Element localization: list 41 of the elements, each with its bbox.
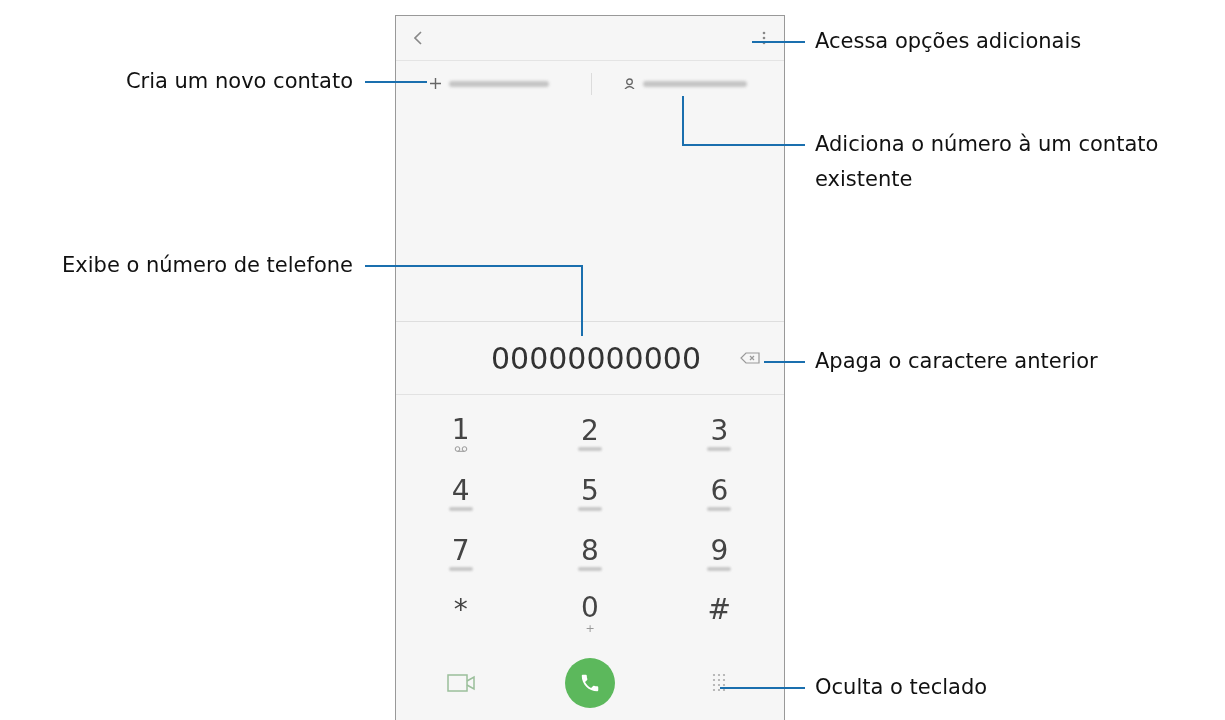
blurred-label bbox=[707, 507, 732, 511]
callout-label: Adiciona o número à um contato existente bbox=[815, 131, 1160, 193]
blurred-label bbox=[578, 507, 602, 511]
callout-label: Apaga o caractere anterior bbox=[815, 348, 1099, 375]
dial-key[interactable]: 5 bbox=[525, 463, 655, 523]
plus-icon bbox=[430, 78, 441, 89]
callout-label: Cria um novo contato bbox=[125, 68, 353, 95]
blurred-label bbox=[707, 567, 732, 571]
blurred-label bbox=[448, 567, 473, 571]
blurred-label bbox=[448, 507, 473, 511]
call-button[interactable] bbox=[565, 658, 615, 708]
dial-key[interactable]: 2 bbox=[525, 403, 655, 463]
callout-label: Exibe o número de telefone bbox=[62, 252, 353, 279]
phone-number: 00000000000 bbox=[491, 339, 701, 378]
dial-key[interactable]: 7 bbox=[396, 523, 526, 583]
dial-key[interactable]: * bbox=[396, 583, 526, 643]
dial-key[interactable]: 9 bbox=[654, 523, 784, 583]
blurred-label bbox=[578, 447, 602, 451]
leader-line bbox=[364, 81, 428, 83]
blurred-label bbox=[707, 447, 732, 451]
backspace-icon[interactable] bbox=[740, 352, 760, 364]
blurred-label bbox=[578, 567, 602, 571]
dial-key[interactable]: 1 bbox=[396, 403, 526, 463]
leader-line bbox=[763, 361, 806, 363]
dial-key[interactable]: 0 + bbox=[525, 583, 655, 643]
dial-key[interactable]: 4 bbox=[396, 463, 526, 523]
more-options-icon[interactable] bbox=[762, 31, 766, 45]
callout-label: Acessa opções adicionais bbox=[815, 28, 1083, 55]
key-sublabel: + bbox=[585, 624, 595, 634]
dialpad-icon[interactable] bbox=[712, 673, 727, 693]
back-icon[interactable] bbox=[414, 31, 422, 45]
dial-key[interactable]: 8 bbox=[525, 523, 655, 583]
phone-icon bbox=[579, 672, 601, 694]
person-icon bbox=[623, 78, 635, 89]
dial-key[interactable]: 3 bbox=[654, 403, 784, 463]
callout-label: Oculta o teclado bbox=[815, 674, 989, 701]
video-call-icon[interactable] bbox=[446, 674, 475, 692]
dial-key[interactable]: # bbox=[654, 583, 784, 643]
voicemail-icon bbox=[453, 446, 468, 452]
leader-line bbox=[751, 41, 806, 43]
dial-key[interactable]: 6 bbox=[654, 463, 784, 523]
